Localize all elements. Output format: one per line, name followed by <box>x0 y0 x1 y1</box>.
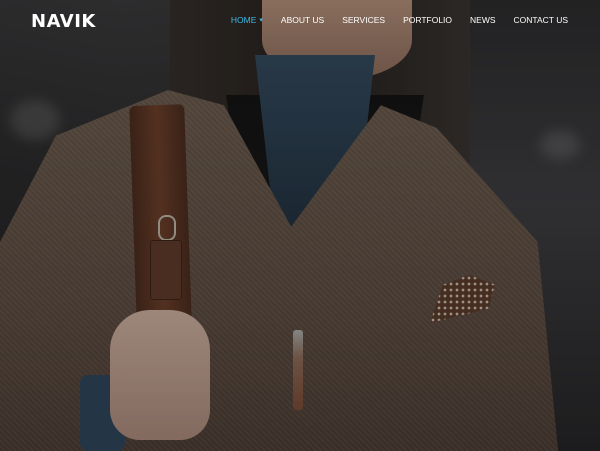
nav-item-services[interactable]: SERVICES <box>342 15 385 25</box>
nav-item-label: ABOUT US <box>280 15 325 25</box>
nav-item-label: NEWS <box>470 15 496 25</box>
nav-item-portfolio[interactable]: PORTFOLIO <box>403 15 452 25</box>
hero-background-image <box>0 0 600 451</box>
nav-item-about-us[interactable]: ABOUT US <box>281 15 324 25</box>
nav-item-contact-us[interactable]: CONTACT US <box>514 15 568 25</box>
nav-item-label: SERVICES <box>342 15 386 25</box>
nav-item-label: PORTFOLIO <box>403 15 453 25</box>
site-header: NAVIK HOME ▾ ABOUT US SERVICES PORTFOLIO… <box>0 0 600 42</box>
nav-item-label: HOME <box>230 15 257 25</box>
brand-logo[interactable]: NAVIK <box>31 11 96 32</box>
nav-item-label: CONTACT US <box>513 15 568 25</box>
chevron-down-icon: ▾ <box>259 17 263 24</box>
nav-item-news[interactable]: NEWS <box>470 15 496 25</box>
dark-overlay <box>0 0 600 451</box>
main-nav: HOME ▾ ABOUT US SERVICES PORTFOLIO NEWS … <box>213 15 568 25</box>
nav-item-home[interactable]: HOME ▾ <box>231 15 263 25</box>
